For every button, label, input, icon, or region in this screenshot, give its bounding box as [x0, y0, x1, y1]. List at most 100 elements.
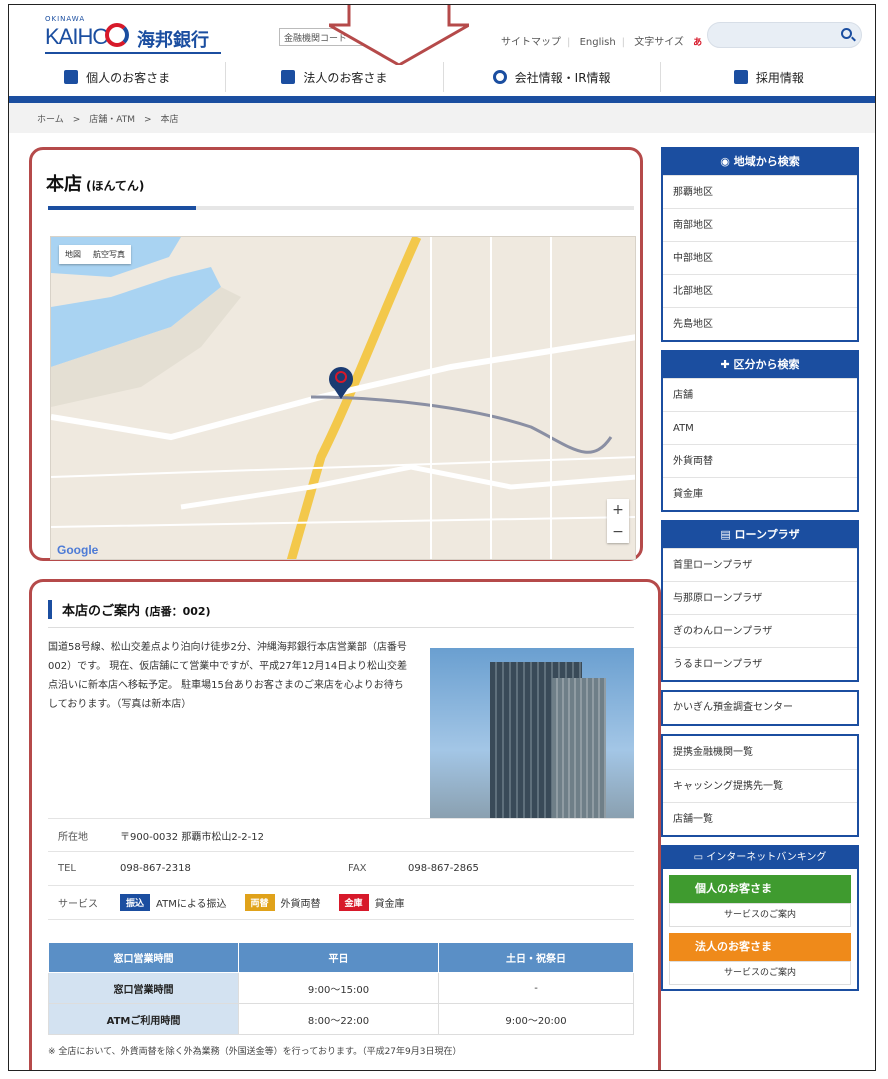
footnote: ※ 全店において、外貨両替を除く外為業務（外国送金等）を行っております。（平成2…: [48, 1047, 462, 1057]
nav-personal[interactable]: 個人のお客さま: [9, 62, 227, 92]
branch-info-table: 所在地 〒900-0032 那覇市松山2-2-12 TEL 098-867-23…: [48, 818, 634, 920]
sidebar-item-safe[interactable]: 貸金庫: [663, 477, 857, 510]
font-size-label: 文字サイズ: [634, 37, 684, 48]
hours-cell: 9:00〜15:00: [238, 972, 439, 1004]
ib-personal-guide[interactable]: サービスのご案内: [669, 903, 851, 927]
region-search-title: ◉ 地域から検索: [663, 149, 857, 175]
internet-banking-title: ▭ インターネットバンキング: [663, 847, 857, 869]
nav-personal-label: 個人のお客さま: [86, 70, 171, 85]
service-exchange: 外貨両替: [280, 899, 321, 910]
service-label: サービス: [58, 899, 98, 910]
site-header: OKINAWA KAIHO 海邦銀行 金融機関コード 0 サイトマップ | Eng…: [9, 5, 875, 100]
sidebar: ◉ 地域から検索 那覇地区 南部地区 中部地区 北部地区 先島地区 ✚ 区分から…: [661, 147, 859, 991]
link-partner-banks[interactable]: 提携金融機関一覧: [663, 736, 857, 769]
hours-header: 土日・祝祭日: [438, 942, 634, 973]
category-icon: ✚: [720, 358, 734, 371]
ib-corporate-button[interactable]: 法人のお客さま: [669, 933, 851, 961]
branch-guide-section: 本店のご案内 (店番：002) 国道58号線、松山交差点より泊向け徒歩2分、沖縄…: [29, 579, 661, 1070]
map-graphic: [51, 237, 635, 559]
nav-recruit-label: 採用情報: [755, 70, 804, 85]
search-icon[interactable]: [841, 28, 852, 39]
sidebar-item-exchange[interactable]: 外貨両替: [663, 444, 857, 477]
category-search-title: ✚ 区分から検索: [663, 352, 857, 378]
zoom-out-button[interactable]: −: [607, 521, 629, 543]
service-badge-exchange: 両替: [244, 894, 275, 911]
sidebar-item-chubu[interactable]: 中部地区: [663, 241, 857, 274]
hours-table: 窓口営業時間 平日 土日・祝祭日 窓口営業時間 9:00〜15:00 - ATM…: [48, 942, 634, 1035]
address-row: 所在地 〒900-0032 那覇市松山2-2-12: [48, 818, 634, 852]
address-value: 〒900-0032 那覇市松山2-2-12: [120, 831, 264, 843]
tel-label: TEL: [58, 863, 76, 874]
internet-banking-box: ▭ インターネットバンキング 個人のお客さま サービスのご案内 法人のお客さま …: [661, 845, 859, 991]
guide-heading: 本店のご案内 (店番：002): [48, 600, 211, 619]
sidebar-item-hokubu[interactable]: 北部地区: [663, 274, 857, 307]
branch-photo: [430, 648, 634, 818]
link-cashing-partners[interactable]: キャッシング提携先一覧: [663, 769, 857, 802]
header-bar: [9, 96, 875, 103]
table-row: ATMご利用時間 8:00〜22:00 9:00〜20:00: [48, 1003, 634, 1035]
font-size-small[interactable]: あ: [693, 38, 702, 48]
zoom-in-button[interactable]: +: [607, 499, 629, 521]
fax-label: FAX: [348, 863, 367, 874]
sidebar-item-atm[interactable]: ATM: [663, 411, 857, 444]
fax-value: 098-867-2865: [408, 863, 479, 874]
search-input[interactable]: [707, 22, 862, 48]
branch-map[interactable]: 地図 航空写真 + − Google: [50, 236, 636, 560]
breadcrumb[interactable]: ホーム > 店舗・ATM > 本店: [9, 103, 875, 133]
logo-ring-icon: [105, 23, 129, 47]
map-zoom-control: + −: [607, 499, 629, 543]
address-label: 所在地: [58, 831, 88, 843]
sidebar-item-shuri[interactable]: 首里ローンプラザ: [663, 548, 857, 581]
sidebar-item-branch[interactable]: 店舗: [663, 378, 857, 411]
sidebar-item-ginowan[interactable]: ぎのわんローンプラザ: [663, 614, 857, 647]
service-transfer: ATMによる振込: [156, 899, 227, 910]
sidebar-item-sakishima[interactable]: 先島地区: [663, 307, 857, 340]
tel-value[interactable]: 098-867-2318: [120, 863, 338, 874]
hours-cell: -: [438, 972, 634, 1004]
hours-row-label: 窓口営業時間: [48, 972, 239, 1004]
logo-small-text: OKINAWA: [45, 15, 86, 23]
sidebar-item-uruma[interactable]: うるまローンプラザ: [663, 647, 857, 680]
deposit-center-link[interactable]: かいぎん預金調査センター: [661, 690, 859, 726]
sidebar-item-nanbu[interactable]: 南部地区: [663, 208, 857, 241]
map-tab-map[interactable]: 地図: [59, 245, 87, 264]
annotation-arrow: [329, 5, 469, 65]
guide-heading-sub: (店番：002): [144, 605, 211, 618]
hours-cell: 9:00〜20:00: [438, 1003, 634, 1035]
nav-corporate[interactable]: 法人のお客さま: [226, 62, 444, 92]
loan-plaza-title: ▤ ローンプラザ: [663, 522, 857, 548]
page-title: 本店 (ほんてん): [46, 170, 144, 196]
nav-company-ir-label: 会社情報・IR情報: [514, 70, 611, 85]
monitor-icon: ▭: [693, 852, 707, 863]
link-branch-list[interactable]: 店舗一覧: [663, 802, 857, 835]
loan-title-text: ローンプラザ: [734, 528, 800, 541]
hours-header: 窓口営業時間: [48, 942, 239, 973]
ib-personal-button[interactable]: 個人のお客さま: [669, 875, 851, 903]
branch-description: 国道58号線、松山交差点より泊向け徒歩2分、沖縄海邦銀行本店営業部（店番号002…: [48, 642, 408, 710]
service-badge-transfer: 振込: [120, 894, 151, 911]
links-box: 提携金融機関一覧 キャッシング提携先一覧 店舗一覧: [661, 734, 859, 837]
title-underline: [48, 206, 634, 210]
guide-heading-line: [48, 627, 634, 628]
logo-en: KAIHO: [45, 24, 109, 49]
ib-corporate-guide[interactable]: サービスのご案内: [669, 961, 851, 985]
link-sitemap[interactable]: サイトマップ: [501, 37, 561, 48]
page-title-reading: (ほんてん): [86, 179, 145, 193]
sidebar-item-naha[interactable]: 那覇地区: [663, 175, 857, 208]
map-tab-satellite[interactable]: 航空写真: [87, 245, 131, 264]
logo-underline: [45, 52, 221, 54]
region-search-box: ◉ 地域から検索 那覇地区 南部地区 中部地区 北部地区 先島地区: [661, 147, 859, 342]
nav-recruit[interactable]: 採用情報: [661, 62, 875, 92]
sidebar-item-yonabaru[interactable]: 与那原ローンプラザ: [663, 581, 857, 614]
page: OKINAWA KAIHO 海邦銀行 金融機関コード 0 サイトマップ | Eng…: [8, 4, 876, 1071]
document-icon: ▤: [720, 528, 735, 541]
nav-company-ir[interactable]: 会社情報・IR情報: [444, 62, 661, 92]
ib-title-text: インターネットバンキング: [706, 852, 827, 863]
service-badge-safe: 金庫: [338, 894, 369, 911]
region-title-text: 地域から検索: [733, 155, 800, 168]
phone-row: TEL 098-867-2318 FAX 098-867-2865: [48, 852, 634, 886]
hours-row-label: ATMご利用時間: [48, 1003, 239, 1035]
person-icon: [64, 70, 79, 84]
google-logo: Google: [57, 543, 99, 557]
link-english[interactable]: English: [580, 37, 616, 48]
